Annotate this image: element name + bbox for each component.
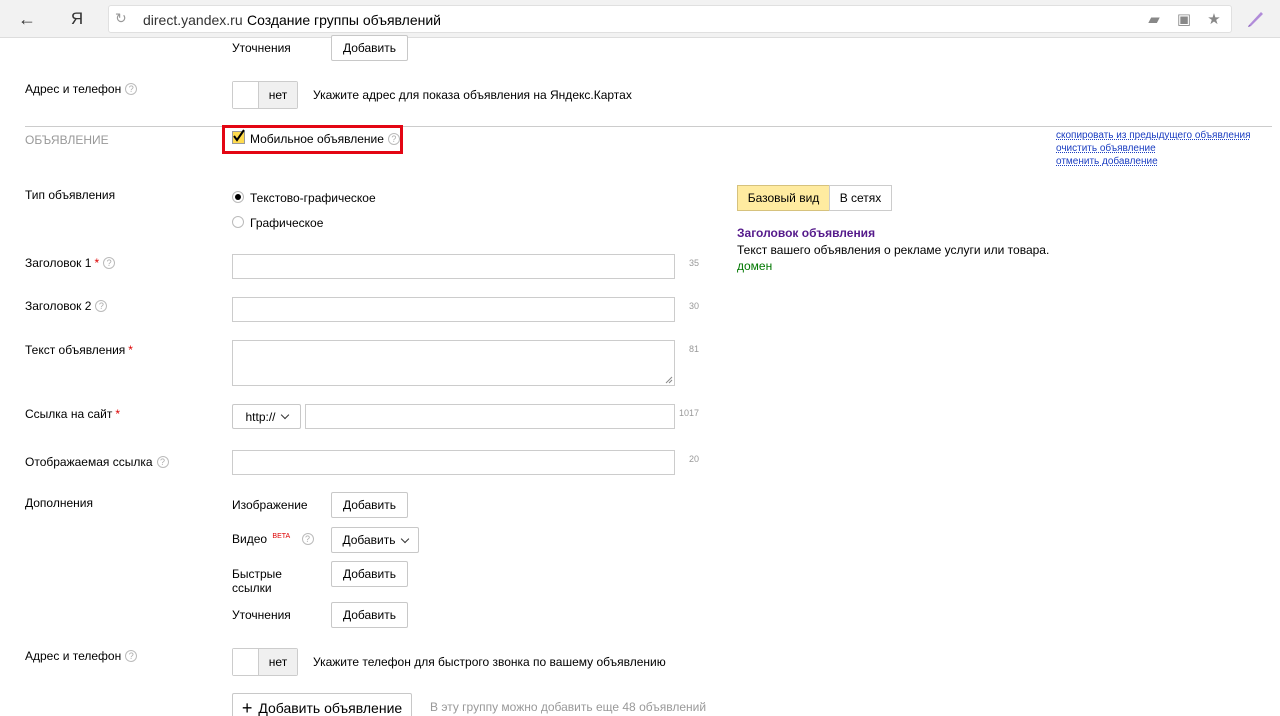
help-icon[interactable]: ?: [301, 533, 314, 545]
display-url-label-text: Отображаемая ссылка: [25, 455, 153, 469]
ad-type-radio-graphic[interactable]: [232, 216, 244, 228]
url-protocol-select[interactable]: http://: [232, 404, 301, 429]
tab-basic-view[interactable]: Базовый вид: [737, 185, 830, 211]
toggle-knob: [233, 649, 259, 675]
tab-networks[interactable]: В сетях: [829, 185, 892, 211]
ad-type-label: Тип объявления: [25, 188, 116, 202]
address-label: Адрес и телефон?: [25, 649, 138, 663]
video-label: Видео BETA ?: [232, 532, 314, 546]
help-icon[interactable]: ?: [103, 257, 116, 269]
image-label: Изображение: [232, 498, 308, 512]
address-label-text: Адрес и телефон: [25, 82, 122, 96]
url-label: Ссылка на сайт *: [25, 407, 120, 421]
refinements-label-top: Уточнения: [232, 41, 291, 55]
address-hint-top: Укажите адрес для показа объявления на Я…: [313, 88, 632, 102]
add-ad-button[interactable]: + Добавить объявление: [232, 693, 412, 716]
clear-ad-link[interactable]: очистить объявление: [1056, 143, 1156, 154]
ad-text-label: Текст объявления *: [25, 343, 133, 357]
title2-counter: 30: [689, 301, 700, 311]
display-url-input[interactable]: [232, 450, 675, 475]
ad-type-option-graphic[interactable]: Графическое: [250, 216, 323, 230]
title2-input[interactable]: [232, 297, 675, 322]
ad-type-radio-text-graphic[interactable]: [232, 191, 244, 203]
display-url-counter: 20: [689, 454, 700, 464]
help-icon[interactable]: ?: [387, 133, 400, 145]
address-bar[interactable]: ↻ direct.yandex.ru Создание группы объяв…: [108, 5, 1232, 33]
toggle-value: нет: [259, 649, 297, 675]
title1-label-text: Заголовок 1: [25, 256, 92, 270]
title2-label-text: Заголовок 2: [25, 299, 92, 313]
quicklinks-label-line1: Быстрые: [232, 567, 282, 581]
url-protocol-value: http://: [245, 409, 276, 424]
required-marker: *: [128, 343, 133, 357]
extras-label: Дополнения: [25, 496, 93, 510]
help-icon[interactable]: ?: [125, 83, 138, 95]
title2-label: Заголовок 2?: [25, 299, 108, 313]
chevron-down-icon: [280, 410, 289, 420]
copy-previous-ad-link[interactable]: скопировать из предыдущего объявления: [1056, 130, 1250, 141]
address-hint: Укажите телефон для быстрого звонка по в…: [313, 655, 666, 669]
required-marker: *: [94, 256, 100, 270]
address-domain: direct.yandex.ru: [143, 12, 243, 28]
mobile-ad-label-text: Мобильное объявление: [250, 132, 384, 146]
back-arrow-icon[interactable]: ←: [12, 6, 42, 32]
resize-handle-icon[interactable]: [665, 376, 673, 384]
title1-input[interactable]: [232, 254, 675, 279]
yandex-logo-icon[interactable]: Я: [62, 6, 92, 32]
help-icon[interactable]: ?: [125, 650, 138, 662]
url-counter: 1017: [679, 408, 700, 418]
bookmark-star-icon[interactable]: ★: [1205, 10, 1223, 28]
url-label-text: Ссылка на сайт: [25, 407, 113, 421]
video-label-text: Видео: [232, 532, 268, 546]
image-add-button[interactable]: Добавить: [331, 492, 408, 518]
refinements-add-button-top[interactable]: Добавить: [331, 35, 408, 61]
toggle-value: нет: [259, 82, 297, 108]
video-add-dropdown[interactable]: Добавить: [331, 527, 419, 553]
quicklinks-add-button[interactable]: Добавить: [331, 561, 408, 587]
mobile-ad-label: Мобильное объявление?: [250, 132, 400, 146]
pen-icon[interactable]: [1246, 8, 1266, 28]
refinements-add-button[interactable]: Добавить: [331, 602, 408, 628]
section-divider: [25, 126, 1272, 127]
title1-label: Заголовок 1 *?: [25, 256, 116, 270]
quicklinks-label-line2: ссылки: [232, 581, 272, 595]
section-title: ОБЪЯВЛЕНИЕ: [25, 133, 109, 147]
preview-domain: домен: [737, 259, 773, 273]
ad-type-option-text-graphic[interactable]: Текстово-графическое: [250, 191, 376, 205]
help-icon[interactable]: ?: [95, 300, 108, 312]
ad-text-label-text: Текст объявления: [25, 343, 126, 357]
title1-counter: 35: [689, 258, 700, 268]
address-toggle-top[interactable]: нет: [232, 81, 298, 109]
add-ad-label: Добавить объявление: [258, 700, 403, 716]
toggle-knob: [233, 82, 259, 108]
cancel-add-link[interactable]: отменить добавление: [1056, 156, 1158, 167]
url-input[interactable]: [305, 404, 675, 429]
address-label-text: Адрес и телефон: [25, 649, 122, 663]
beta-badge: BETA: [272, 533, 291, 540]
address-toggle[interactable]: нет: [232, 648, 298, 676]
refinements-label: Уточнения: [232, 608, 291, 622]
plus-icon: +: [241, 697, 253, 716]
lock-icon[interactable]: ▣: [1175, 10, 1193, 28]
add-ad-hint: В эту группу можно добавить еще 48 объяв…: [430, 700, 707, 714]
video-add-label: Добавить: [342, 533, 396, 547]
address-page-title: Создание группы объявлений: [247, 12, 441, 28]
address-label-top: Адрес и телефон?: [25, 82, 138, 96]
required-marker: *: [115, 407, 120, 421]
checkmark-icon: [233, 129, 245, 142]
chevron-down-icon: [400, 534, 409, 543]
display-url-label: Отображаемая ссылка?: [25, 455, 169, 469]
protect-icon[interactable]: ▰: [1145, 10, 1163, 28]
ad-text-textarea[interactable]: [232, 340, 675, 386]
mobile-ad-checkbox[interactable]: [232, 129, 245, 144]
ad-text-counter: 81: [689, 344, 700, 354]
quicklinks-label: Быстрые ссылки: [232, 567, 282, 595]
reload-icon[interactable]: ↻: [115, 10, 127, 27]
browser-toolbar: ← Я ↻ direct.yandex.ru Создание группы о…: [0, 0, 1280, 38]
preview-text: Текст вашего объявления о рекламе услуги…: [737, 243, 1050, 257]
preview-headline[interactable]: Заголовок объявления: [737, 226, 875, 240]
help-icon[interactable]: ?: [156, 456, 169, 468]
